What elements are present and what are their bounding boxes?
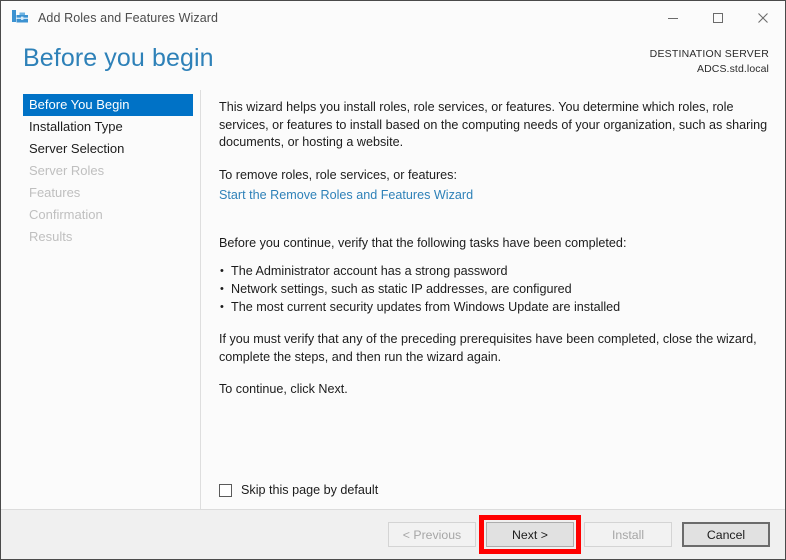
close-button[interactable] [740,1,785,34]
title-bar: Add Roles and Features Wizard [1,1,785,34]
next-button-highlight-wrap: Next > [479,515,581,554]
sidebar-item-confirmation: Confirmation [29,207,103,222]
wizard-body: Before You Begin Installation Type Serve… [1,90,785,509]
next-button[interactable]: Next > [486,522,574,547]
skip-page-row[interactable]: Skip this page by default [219,483,378,497]
prerequisite-task-list: The Administrator account has a strong p… [219,262,771,316]
skip-page-checkbox[interactable] [219,483,232,497]
wizard-step-nav: Before You Begin Installation Type Serve… [1,90,201,509]
wizard-content: This wizard helps you install roles, rol… [201,90,785,509]
wizard-header: Before you begin DESTINATION SERVER ADCS… [1,34,785,90]
page-title: Before you begin [23,44,214,72]
list-item: Network settings, such as static IP addr… [219,280,771,298]
remove-roles-wizard-link[interactable]: Start the Remove Roles and Features Wiza… [219,187,473,205]
remove-lead-text: To remove roles, role services, or featu… [219,167,457,182]
list-item: The Administrator account has a strong p… [219,262,771,280]
sidebar-item-server-selection[interactable]: Server Selection [23,138,193,160]
previous-button: < Previous [388,522,476,547]
sidebar-item-features: Features [29,185,81,200]
wizard-footer: < Previous Next > Install Cancel [1,509,785,559]
add-roles-wizard-window: Add Roles and Features Wizard Before you… [0,0,786,560]
window-title: Add Roles and Features Wizard [38,10,219,25]
sidebar-item-results: Results [29,229,73,244]
cancel-button[interactable]: Cancel [682,522,770,547]
verify-lead-text: Before you continue, verify that the fol… [219,235,627,250]
sidebar-item-server-roles: Server Roles [29,163,105,178]
maximize-button[interactable] [695,1,740,34]
minimize-button[interactable] [650,1,695,34]
sidebar-item-before-you-begin[interactable]: Before You Begin [23,94,193,116]
prerequisite-paragraph: If you must verify that any of the prece… [219,332,757,364]
wizard-toolbox-icon [11,9,29,27]
destination-server-label: DESTINATION SERVER [649,48,769,60]
destination-server-block: DESTINATION SERVER ADCS.std.local [650,47,769,77]
install-button: Install [584,522,672,547]
skip-page-label: Skip this page by default [241,483,379,497]
continue-paragraph: To continue, click Next. [219,382,348,396]
sidebar-item-installation-type[interactable]: Installation Type [23,116,193,138]
list-item: The most current security updates from W… [219,298,771,316]
intro-paragraph: This wizard helps you install roles, rol… [219,100,768,149]
window-controls [650,1,785,34]
destination-server-value: ADCS.std.local [696,63,769,75]
